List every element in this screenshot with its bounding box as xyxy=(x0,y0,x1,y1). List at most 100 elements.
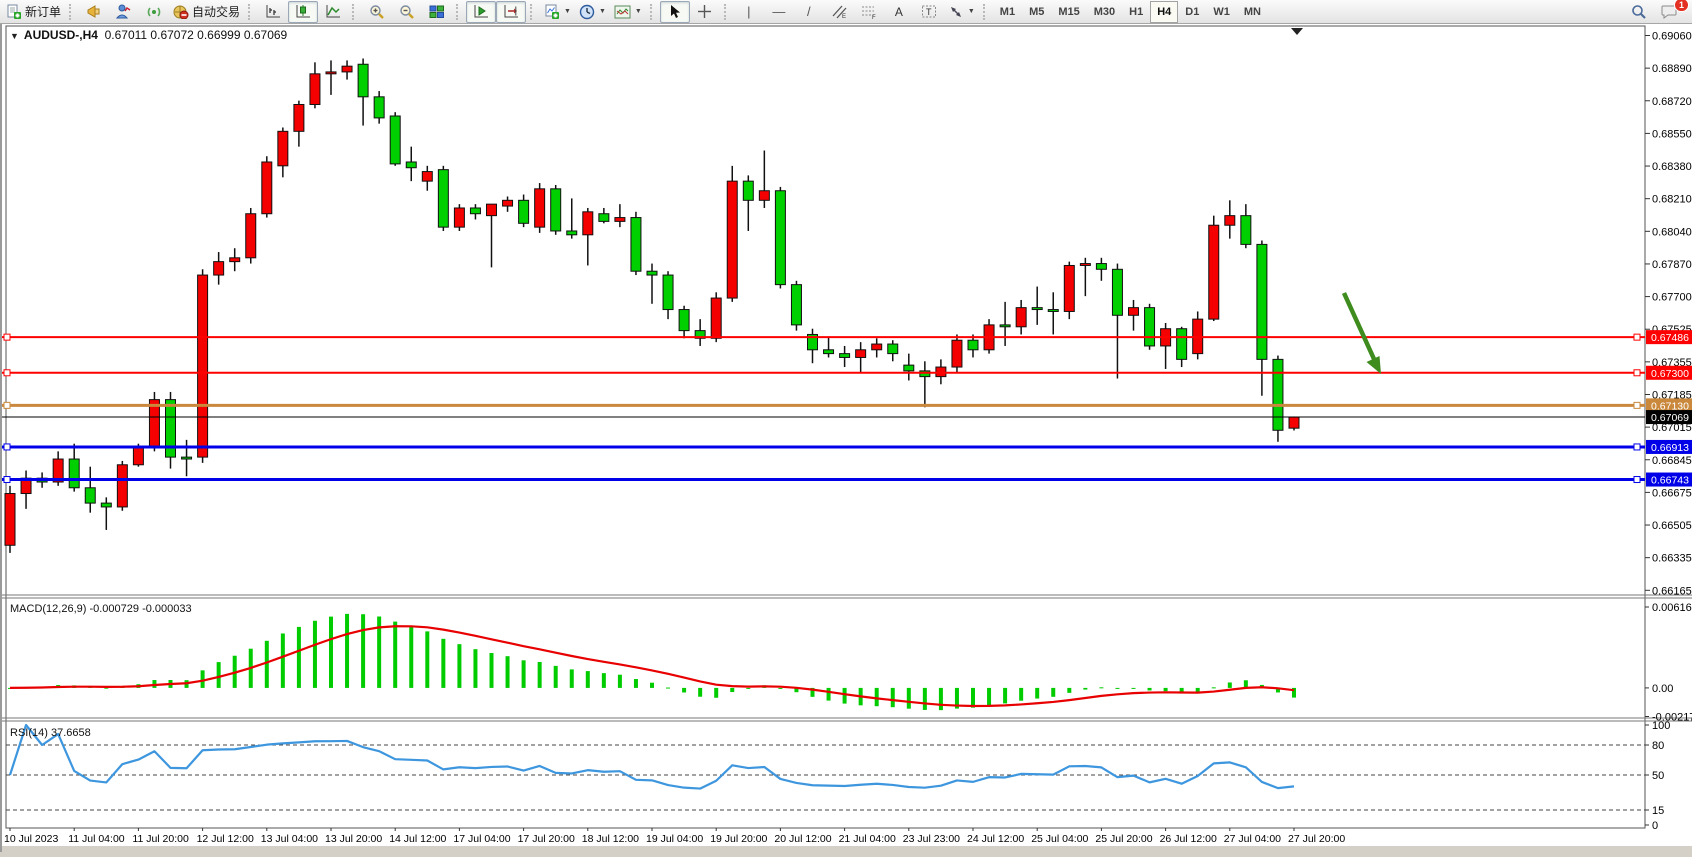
line-anchor-handle[interactable] xyxy=(1634,334,1640,340)
auto-scroll-button[interactable] xyxy=(466,1,496,23)
template-icon xyxy=(614,5,631,19)
candle-down xyxy=(791,285,801,325)
timeframe-h1[interactable]: H1 xyxy=(1122,1,1150,23)
bar-chart-type-button[interactable] xyxy=(258,1,288,23)
price-tick-label: 0.66165 xyxy=(1652,585,1692,597)
timeframe-w1[interactable]: W1 xyxy=(1206,1,1237,23)
clock-icon xyxy=(579,4,595,20)
timeframe-m5[interactable]: M5 xyxy=(1022,1,1051,23)
news-button[interactable] xyxy=(79,1,109,23)
candle-down xyxy=(1000,325,1010,327)
text-label-icon: T xyxy=(921,4,937,19)
new-order-icon xyxy=(6,4,22,20)
svg-text:E: E xyxy=(842,14,846,19)
timeframe-m15[interactable]: M15 xyxy=(1051,1,1086,23)
cursor-arrow-icon xyxy=(668,4,681,19)
toolbar-grip xyxy=(650,4,656,20)
price-tick-label: 0.68550 xyxy=(1652,128,1692,140)
trader-icon xyxy=(116,4,132,19)
toolbar-grip xyxy=(724,4,730,20)
chart-canvas[interactable]: 0.690600.688900.687200.685500.683800.682… xyxy=(2,24,1692,852)
tile-windows-button[interactable] xyxy=(422,1,452,23)
candle-up xyxy=(326,72,336,74)
candle-down xyxy=(904,365,914,371)
macd-histogram-bar xyxy=(1099,687,1103,688)
line-anchor-handle[interactable] xyxy=(4,334,10,340)
candle-up xyxy=(727,181,737,298)
auto-trading-icon xyxy=(173,4,189,19)
line-anchor-handle[interactable] xyxy=(4,444,10,450)
timeframe-h4[interactable]: H4 xyxy=(1150,1,1178,23)
zoom-in-button[interactable] xyxy=(362,1,392,23)
macd-histogram-bar xyxy=(1083,688,1087,690)
macd-histogram-bar xyxy=(425,631,429,688)
timeframe-m1[interactable]: M1 xyxy=(993,1,1022,23)
chart-window[interactable]: ▼AUDUSD-,H4 0.67011 0.67072 0.66999 0.67… xyxy=(0,24,1692,852)
arrows-tool[interactable]: ▼ xyxy=(944,1,979,23)
candle-up xyxy=(759,191,769,201)
new-order-button[interactable]: 新订单 xyxy=(2,1,65,23)
line-anchor-handle[interactable] xyxy=(4,370,10,376)
line-anchor-handle[interactable] xyxy=(1634,444,1640,450)
notifications-button[interactable]: 1 xyxy=(1654,1,1684,23)
macd-histogram-bar xyxy=(634,679,638,688)
rsi-indicator-label: RSI(14) 37.6658 xyxy=(10,727,91,739)
candle-down xyxy=(85,488,95,503)
trendline-tool[interactable]: / xyxy=(794,1,824,23)
new-order-label: 新订单 xyxy=(25,3,61,20)
vertical-line-icon: | xyxy=(747,5,750,18)
channel-tool[interactable]: E xyxy=(824,1,854,23)
candle-up xyxy=(711,298,721,338)
new-chart-button[interactable]: ▼ xyxy=(540,1,575,23)
horizontal-line-tool[interactable]: — xyxy=(764,1,794,23)
market-button[interactable] xyxy=(139,1,169,23)
templates-button[interactable]: ▼ xyxy=(610,1,646,23)
line-anchor-handle[interactable] xyxy=(1634,370,1640,376)
line-anchor-handle[interactable] xyxy=(4,477,10,483)
zoom-out-button[interactable] xyxy=(392,1,422,23)
candlestick-chart-type-button[interactable] xyxy=(288,1,318,23)
cursor-button[interactable] xyxy=(660,1,690,23)
candle-up xyxy=(310,74,320,105)
timeframe-d1[interactable]: D1 xyxy=(1178,1,1206,23)
chart-shift-button[interactable] xyxy=(496,1,526,23)
text-tool[interactable]: A xyxy=(884,1,914,23)
time-tick-label: 23 Jul 23:00 xyxy=(903,833,960,845)
time-tick-label: 25 Jul 20:00 xyxy=(1095,833,1152,845)
vertical-line-tool[interactable]: | xyxy=(734,1,764,23)
timeframe-mn[interactable]: MN xyxy=(1237,1,1268,23)
time-tick-label: 10 Jul 2023 xyxy=(4,833,58,845)
ohlc-values: 0.67011 0.67072 0.66999 0.67069 xyxy=(105,28,288,42)
candle-down xyxy=(567,231,577,235)
chevron-down-icon: ▼ xyxy=(599,8,606,15)
candle-down xyxy=(166,400,176,457)
horizontal-line-icon: — xyxy=(772,5,785,18)
chart-shift-icon xyxy=(503,4,520,19)
time-tick-label: 14 Jul 12:00 xyxy=(389,833,446,845)
line-chart-type-button[interactable] xyxy=(318,1,348,23)
price-badge-label: 0.66743 xyxy=(1651,475,1689,487)
crosshair-button[interactable] xyxy=(690,1,720,23)
collapse-triangle-icon[interactable]: ▼ xyxy=(10,31,19,41)
line-anchor-handle[interactable] xyxy=(1634,402,1640,408)
rsi-tick-label: 100 xyxy=(1652,720,1670,732)
line-anchor-handle[interactable] xyxy=(4,402,10,408)
timeframe-m30[interactable]: M30 xyxy=(1087,1,1122,23)
candle-up xyxy=(117,465,127,507)
macd-histogram-bar xyxy=(827,688,831,701)
macd-histogram-bar xyxy=(1115,688,1119,689)
candle-down xyxy=(1112,269,1122,315)
auto-trading-button[interactable]: 自动交易 xyxy=(169,1,244,23)
macd-histogram-bar xyxy=(506,656,510,688)
line-anchor-handle[interactable] xyxy=(1634,477,1640,483)
text-label-tool[interactable]: T xyxy=(914,1,944,23)
candle-down xyxy=(406,162,416,168)
time-tick-label: 17 Jul 04:00 xyxy=(453,833,510,845)
price-tick-label: 0.68210 xyxy=(1652,194,1692,206)
search-button[interactable] xyxy=(1624,1,1654,23)
fibonacci-tool[interactable]: F xyxy=(854,1,884,23)
signals-button[interactable] xyxy=(109,1,139,23)
periods-button[interactable]: ▼ xyxy=(575,1,610,23)
candle-down xyxy=(647,271,657,275)
candle-down xyxy=(1048,310,1058,312)
